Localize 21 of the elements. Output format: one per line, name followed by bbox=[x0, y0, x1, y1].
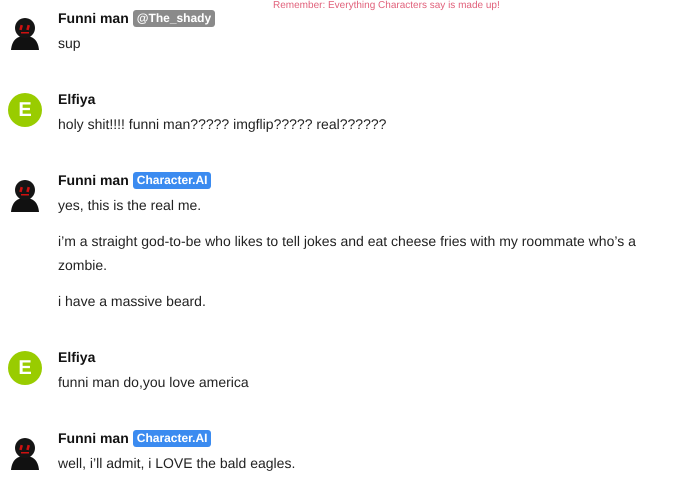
avatar: E bbox=[8, 93, 42, 127]
disclaimer-text: Remember: Everything Characters say is made up! bbox=[273, 0, 500, 12]
author-tag: Character.AI bbox=[132, 172, 212, 188]
avatar: E bbox=[8, 351, 42, 385]
author-name: Elfiya bbox=[58, 90, 96, 109]
message-text: i have a massive beard. bbox=[58, 292, 207, 311]
message-text: yes, this is the real me. bbox=[58, 196, 202, 215]
message-text: i’m a straight god-to-be who likes to tell jokes and eat cheese fries with my roommate who’s a zombie. bbox=[58, 232, 637, 275]
author-tag: Character.AI bbox=[132, 430, 212, 446]
message-text: well, i’ll admit, i LOVE the bald eagles. bbox=[58, 454, 296, 473]
message-text: funni man do,you love america bbox=[58, 373, 250, 392]
character-avatar-icon bbox=[8, 436, 42, 470]
author-name: Funni man bbox=[58, 170, 129, 190]
author-tag: @The_shady bbox=[132, 10, 216, 26]
author-name: Funni man bbox=[58, 8, 129, 28]
message-text: holy shit!!!! funni man????? imgflip????? real?????? bbox=[58, 115, 388, 134]
author-name: Elfiya bbox=[58, 348, 96, 367]
message-text: sup bbox=[58, 34, 82, 53]
character-avatar-icon bbox=[8, 178, 42, 212]
author-name: Funni man bbox=[58, 428, 129, 448]
character-avatar-icon bbox=[8, 16, 42, 50]
